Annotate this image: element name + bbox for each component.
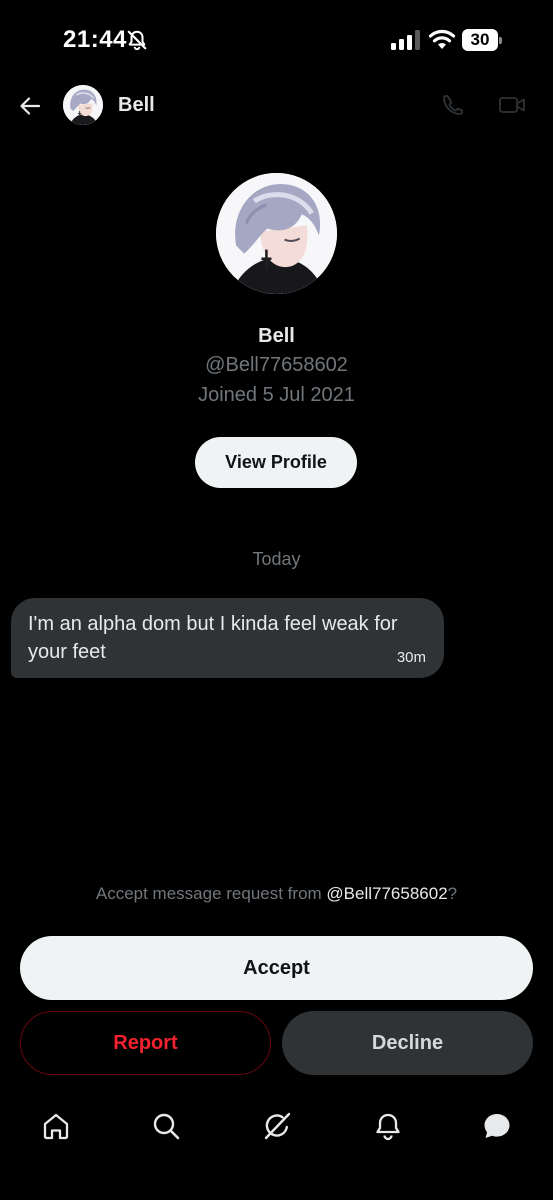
home-icon[interactable]	[41, 1111, 71, 1141]
header-username[interactable]: Bell	[118, 94, 155, 117]
view-profile-button[interactable]: View Profile	[195, 437, 357, 488]
message-text: I'm an alpha dom but I kinda feel weak f…	[28, 613, 398, 663]
wifi-icon	[428, 29, 456, 49]
signal-icon	[391, 30, 420, 50]
phone-call-icon[interactable]	[441, 93, 465, 117]
received-message-bubble[interactable]: I'm an alpha dom but I kinda feel weak f…	[11, 598, 444, 678]
battery-level: 30	[462, 29, 498, 51]
profile-handle: @Bell77658602	[205, 354, 348, 376]
battery-tip	[499, 37, 502, 44]
message-timestamp: 30m	[396, 649, 426, 666]
grok-icon[interactable]	[262, 1111, 292, 1141]
decline-button[interactable]: Decline	[282, 1011, 533, 1075]
status-time: 21:44	[63, 26, 127, 53]
profile-avatar[interactable]	[216, 173, 337, 294]
messages-icon[interactable]	[482, 1111, 512, 1141]
mute-icon	[127, 30, 147, 51]
profile-joined-date: Joined 5 Jul 2021	[198, 384, 355, 406]
date-separator: Today	[252, 549, 301, 569]
back-arrow-icon[interactable]	[18, 94, 42, 118]
conversation-header: Bell	[0, 84, 553, 128]
report-button[interactable]: Report	[20, 1011, 271, 1075]
bottom-navigation	[0, 1100, 553, 1160]
search-icon[interactable]	[151, 1111, 181, 1141]
dm-request-screen: 21:44 30 Bell Bell @Bell77658602 Joined …	[0, 0, 553, 1200]
profile-name: Bell	[258, 325, 295, 347]
accept-button[interactable]: Accept	[20, 936, 533, 1000]
request-handle[interactable]: @Bell77658602	[326, 884, 447, 903]
request-prompt-suffix: ?	[447, 884, 458, 903]
battery-indicator: 30	[462, 29, 502, 51]
message-request-prompt: Accept message request from @Bell7765860…	[0, 884, 553, 904]
video-call-icon[interactable]	[498, 93, 526, 117]
anime-avatar-image	[216, 173, 337, 294]
status-bar: 21:44 30	[0, 0, 553, 84]
header-avatar[interactable]	[63, 85, 103, 125]
notifications-bell-icon[interactable]	[373, 1111, 403, 1141]
request-prompt-prefix: Accept message request from	[95, 884, 327, 903]
anime-avatar-image	[63, 85, 103, 125]
